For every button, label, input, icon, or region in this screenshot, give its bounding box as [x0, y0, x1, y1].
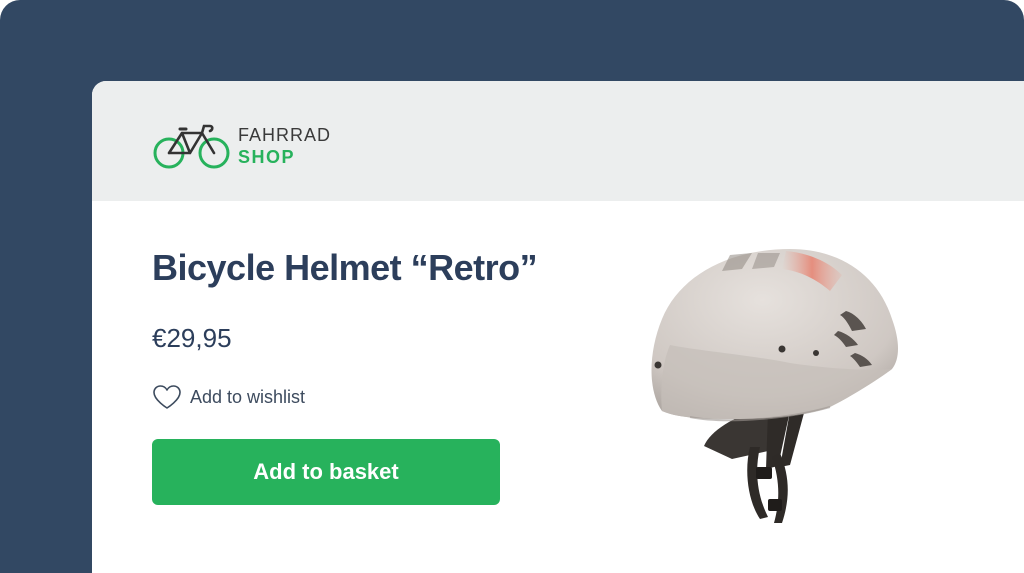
bicycle-helmet-image	[651, 249, 898, 523]
shop-logo-text: FAHRRAD SHOP	[238, 126, 331, 166]
shop-window: FAHRRAD SHOP Bicycle Helmet “Retro” €29,…	[92, 81, 1024, 573]
logo-word-shop: SHOP	[238, 147, 296, 167]
shop-logo[interactable]: FAHRRAD SHOP	[152, 121, 331, 171]
site-header: FAHRRAD SHOP	[92, 81, 1024, 201]
wishlist-label: Add to wishlist	[190, 386, 306, 407]
add-to-wishlist-link[interactable]: Add to wishlist	[152, 384, 305, 410]
product-title: Bicycle Helmet “Retro”	[152, 247, 538, 288]
logo-word-fahrrad: FAHRRAD	[238, 125, 332, 145]
product-price: €29,95	[152, 323, 232, 353]
product-details: Bicycle Helmet “Retro” €29,95 Add to wis…	[152, 247, 538, 505]
app-background: FAHRRAD SHOP Bicycle Helmet “Retro” €29,…	[0, 0, 1024, 573]
bicycle-icon	[153, 124, 230, 169]
add-to-basket-button[interactable]: Add to basket	[152, 439, 500, 505]
heart-icon	[153, 385, 181, 409]
